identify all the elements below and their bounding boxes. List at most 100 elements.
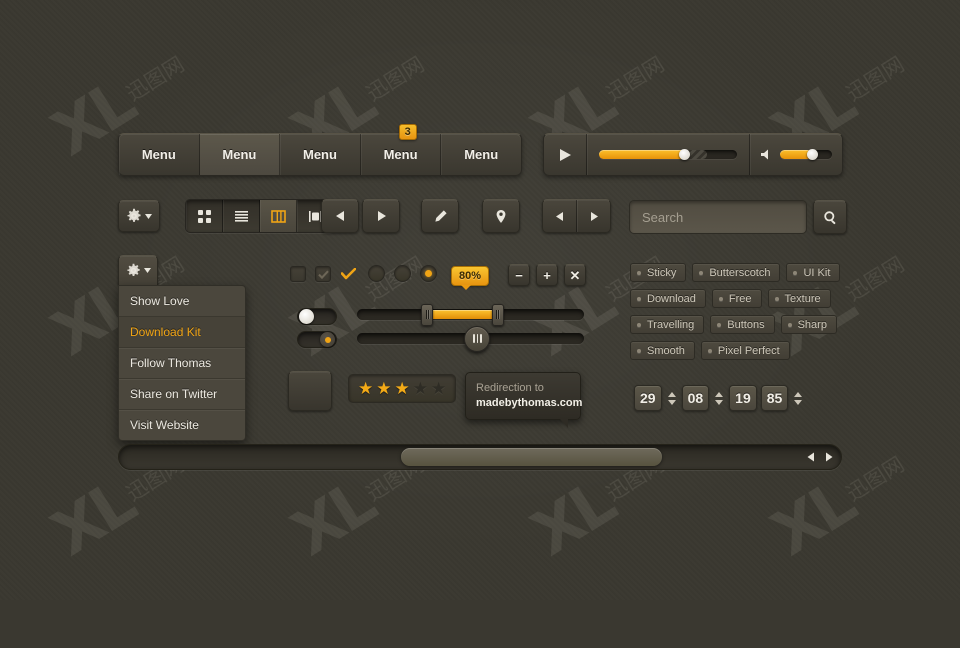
mini-button-group: − + ✕: [508, 264, 586, 286]
tag-texture[interactable]: Texture: [767, 289, 831, 308]
view-mode-group: [185, 199, 334, 233]
seek-track[interactable]: [599, 149, 737, 160]
tag-free[interactable]: Free: [711, 289, 762, 308]
dropdown-item-show-love[interactable]: Show Love: [119, 286, 245, 317]
star-2[interactable]: ★: [376, 380, 391, 397]
seek-handle[interactable]: [679, 149, 691, 160]
speaker-icon[interactable]: [760, 148, 773, 161]
play-button[interactable]: [544, 134, 587, 175]
radio-option-1[interactable]: [368, 265, 385, 282]
horizontal-scrollbar[interactable]: [118, 444, 842, 470]
scrollbar-right-button[interactable]: [824, 452, 833, 462]
tag-download[interactable]: Download: [630, 289, 706, 308]
scrollbar-thumb[interactable]: [401, 448, 662, 466]
month-spinner[interactable]: [713, 391, 725, 405]
radio-group: [368, 265, 437, 282]
range-slider[interactable]: [357, 303, 584, 326]
month-field[interactable]: 08: [681, 385, 710, 411]
tag-butterscotch[interactable]: Butterscotch: [692, 263, 781, 282]
view-mode-list[interactable]: [223, 200, 260, 232]
tag-travelling[interactable]: Travelling: [630, 315, 705, 334]
view-mode-columns[interactable]: [260, 200, 297, 232]
minus-button[interactable]: −: [508, 264, 530, 286]
location-button[interactable]: [482, 199, 520, 233]
scrollbar-left-button[interactable]: [807, 452, 816, 462]
edit-button[interactable]: [421, 199, 459, 233]
range-handle-start[interactable]: [421, 303, 434, 326]
pager-control: [542, 199, 611, 233]
tag-sticky[interactable]: Sticky: [630, 263, 687, 282]
seek-bar-area[interactable]: [587, 134, 750, 175]
year-field[interactable]: 85: [760, 385, 789, 411]
checkbox-checked[interactable]: [315, 266, 331, 282]
year-spinner[interactable]: [792, 391, 804, 405]
menu-tab-5[interactable]: Menu: [441, 134, 521, 175]
chevron-down-icon: [145, 213, 152, 219]
search-submit-button[interactable]: [813, 200, 847, 234]
star-5[interactable]: ★: [431, 380, 446, 397]
spinner-down-icon[interactable]: [715, 399, 724, 405]
day-spinner[interactable]: [666, 391, 678, 405]
next-button[interactable]: [362, 199, 400, 233]
menu-tab-1[interactable]: Menu: [119, 134, 200, 175]
gear-icon: [127, 208, 141, 222]
dropdown-item-download-kit[interactable]: Download Kit: [119, 317, 245, 348]
year-century-field[interactable]: 19: [729, 385, 757, 411]
arrow-left-icon: [555, 211, 563, 221]
media-player: [543, 133, 843, 176]
star-4[interactable]: ★: [413, 380, 428, 397]
thumbnail-button[interactable]: [288, 371, 332, 411]
toggle-knob: [299, 309, 314, 324]
volume-area: [750, 134, 842, 175]
tag-smooth[interactable]: Smooth: [630, 341, 695, 360]
pager-next-button[interactable]: [577, 200, 610, 232]
day-field[interactable]: 29: [634, 385, 662, 411]
dropdown-menu-widget: Show Love Download Kit Follow Thomas Sha…: [118, 255, 246, 441]
menu-tab-4[interactable]: 3 Menu: [361, 124, 442, 175]
pager-previous-button[interactable]: [543, 200, 577, 232]
toggle-switch-on[interactable]: [297, 331, 337, 348]
search-input[interactable]: [629, 200, 807, 234]
dropdown-item-share-on-twitter[interactable]: Share on Twitter: [119, 379, 245, 410]
tag-buttons[interactable]: Buttons: [710, 315, 775, 334]
menu-tab-3[interactable]: Menu: [280, 134, 361, 175]
spinner-up-icon[interactable]: [667, 391, 676, 397]
checkbox-checked-accent[interactable]: [340, 266, 356, 282]
play-progress: [599, 150, 685, 159]
spinner-up-icon[interactable]: [715, 391, 724, 397]
dropdown-item-follow-thomas[interactable]: Follow Thomas: [119, 348, 245, 379]
spinner-up-icon[interactable]: [794, 391, 803, 397]
previous-button[interactable]: [321, 199, 359, 233]
volume-track[interactable]: [780, 149, 832, 160]
single-slider[interactable]: [357, 325, 584, 352]
volume-handle[interactable]: [806, 149, 818, 160]
spinner-down-icon[interactable]: [667, 399, 676, 405]
radio-option-3-selected[interactable]: [420, 265, 437, 282]
check-icon: [317, 269, 329, 279]
percent-badge: 80%: [451, 266, 490, 290]
tag-pixel-perfect[interactable]: Pixel Perfect: [700, 341, 790, 360]
play-icon: [559, 148, 571, 161]
star-3[interactable]: ★: [395, 380, 410, 397]
star-rating[interactable]: ★ ★ ★ ★ ★: [348, 374, 457, 403]
map-pin-icon: [496, 209, 506, 223]
range-handle-end[interactable]: [491, 303, 504, 326]
spinner-down-icon[interactable]: [794, 399, 803, 405]
view-mode-grid[interactable]: [186, 200, 223, 232]
radio-option-2[interactable]: [394, 265, 411, 282]
toggle-switch-off[interactable]: [297, 308, 337, 325]
checkbox-unchecked[interactable]: [290, 266, 306, 282]
slider-handle[interactable]: [464, 325, 491, 352]
chevron-down-icon: [143, 268, 151, 273]
dropdown-item-visit-website[interactable]: Visit Website: [119, 410, 245, 440]
dropdown-toggle-button[interactable]: [118, 255, 158, 285]
menu-tab-2[interactable]: Menu: [199, 134, 281, 175]
dropdown-list: Show Love Download Kit Follow Thomas Sha…: [118, 285, 246, 441]
star-1[interactable]: ★: [358, 380, 373, 397]
tag-ui-kit[interactable]: UI Kit: [786, 263, 841, 282]
arrow-right-icon: [826, 452, 833, 462]
close-button[interactable]: ✕: [564, 264, 586, 286]
settings-dropdown-button[interactable]: [118, 200, 160, 232]
tag-sharp[interactable]: Sharp: [780, 315, 837, 334]
plus-button[interactable]: +: [536, 264, 558, 286]
